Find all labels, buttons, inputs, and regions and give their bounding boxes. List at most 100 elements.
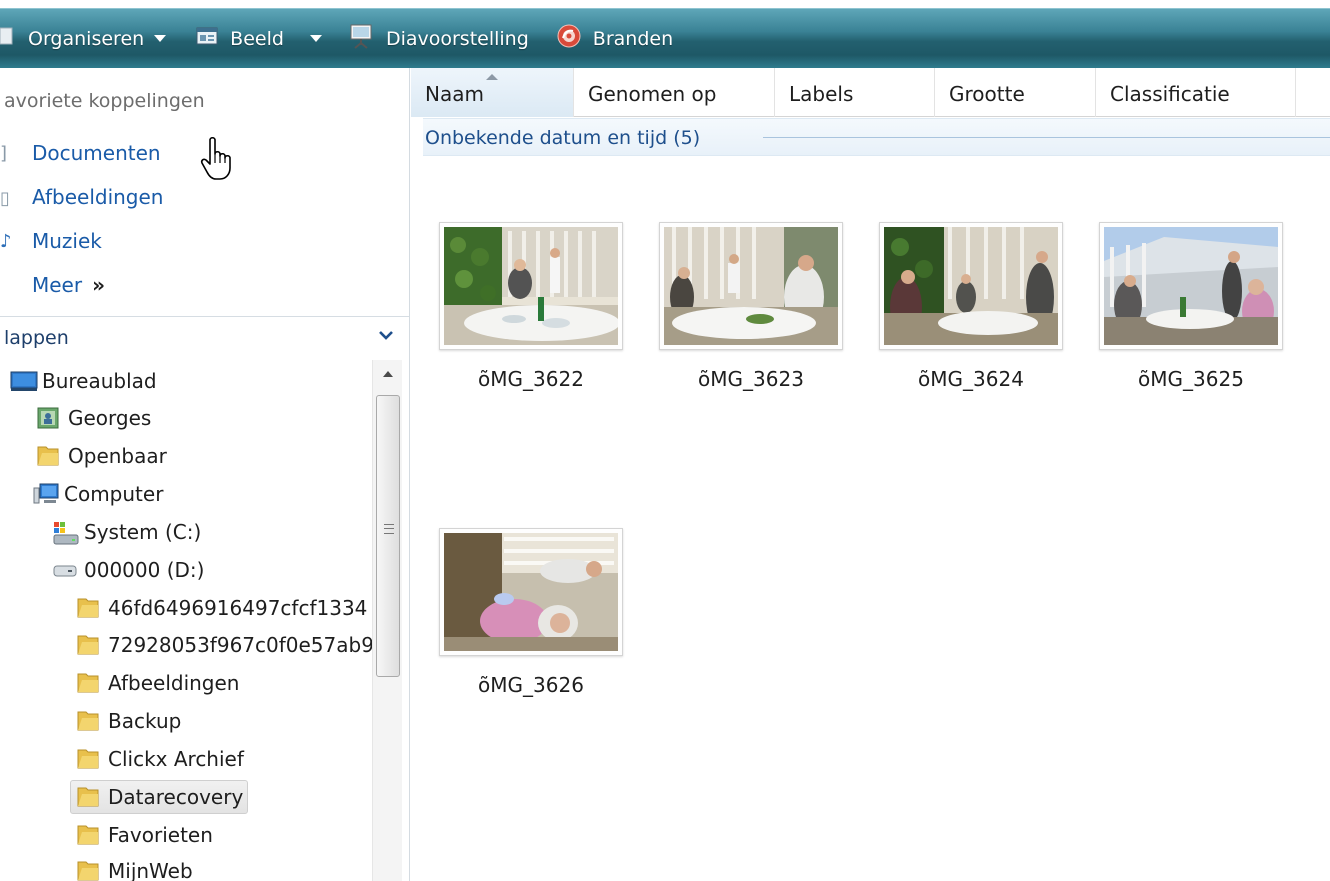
column-header-date-taken[interactable]: Genomen op	[574, 68, 775, 117]
tree-item-user[interactable]: Georges	[36, 401, 151, 435]
photo-preview-image	[884, 227, 1058, 345]
tree-item-desktop[interactable]: Bureaublad	[10, 364, 157, 398]
column-header-tags[interactable]: Labels	[775, 68, 935, 117]
folder-tree-scrollbar[interactable]	[372, 360, 402, 881]
tree-item-mijnweb[interactable]: MijnWeb	[76, 854, 193, 881]
favorite-links-title: avoriete koppelingen	[4, 90, 205, 112]
tree-item-datarecovery[interactable]: Datarecovery	[70, 780, 249, 814]
computer-icon	[32, 482, 59, 506]
photo-thumbnail[interactable]	[439, 222, 623, 350]
tree-label: Favorieten	[108, 823, 213, 847]
favorite-link-documents[interactable]: Documenten	[32, 141, 161, 165]
photo-preview-image	[444, 227, 618, 345]
tree-label: System (C:)	[84, 520, 202, 544]
photo-thumbnail[interactable]	[659, 222, 843, 350]
photo-preview-image	[444, 533, 618, 651]
column-label: Genomen op	[588, 82, 717, 106]
more-label: Meer	[32, 273, 83, 297]
drive-icon	[52, 558, 77, 582]
view-button[interactable]: Beeld	[188, 17, 330, 61]
photo-preview-image	[1104, 227, 1278, 345]
tree-item-drive-d[interactable]: 000000 (D:)	[52, 553, 204, 587]
tree-label: 46fd6496916497cfcf1334	[108, 596, 368, 620]
tree-item-computer[interactable]: Computer	[32, 477, 163, 511]
chevron-down-icon[interactable]	[376, 325, 396, 345]
desktop-icon	[10, 369, 38, 393]
music-link-icon: ♪	[0, 231, 12, 252]
folder-icon	[76, 709, 100, 733]
photo-thumbnail[interactable]	[439, 528, 623, 656]
folder-icon	[76, 785, 100, 809]
burn-disc-icon	[557, 24, 581, 53]
group-header[interactable]: Onbekende datum en tijd (5)	[423, 118, 1330, 156]
column-header-name[interactable]: Naam	[411, 68, 574, 117]
more-arrow-icon: »	[92, 273, 106, 297]
sort-ascending-icon	[486, 74, 498, 80]
view-icon	[196, 27, 218, 50]
tree-label: Afbeeldingen	[108, 671, 240, 695]
column-header-size[interactable]: Grootte	[935, 68, 1096, 117]
tree-item-clickx-archive[interactable]: Clickx Archief	[76, 742, 244, 776]
photo-filename[interactable]: õMG_3624	[871, 367, 1071, 391]
column-header-row: Naam Genomen op Labels Grootte Classific…	[411, 68, 1330, 117]
organize-button[interactable]: Organiseren	[0, 17, 174, 61]
documents-link-icon: ]	[0, 143, 8, 164]
tree-label: Clickx Archief	[108, 747, 244, 771]
folders-title: lappen	[4, 327, 69, 349]
tree-label: Computer	[64, 482, 164, 506]
tree-label: 72928053f967c0f0e57ab9	[108, 633, 372, 657]
photo-filename[interactable]: õMG_3626	[431, 673, 631, 697]
favorite-link-more[interactable]: Meer »	[32, 273, 105, 297]
photo-filename[interactable]: õMG_3623	[651, 367, 851, 391]
organize-dropdown-icon	[154, 35, 167, 42]
tree-label: Bureaublad	[42, 369, 157, 393]
slideshow-label: Diavoorstelling	[385, 27, 529, 50]
tree-label: Openbaar	[68, 444, 167, 468]
group-label: Onbekende datum en tijd (5)	[425, 127, 701, 149]
pictures-link-icon: ▯	[0, 188, 10, 209]
folder-tree: Bureaublad Georges Openbaar Computer Sys…	[0, 360, 372, 881]
tree-item-drive-c[interactable]: System (C:)	[52, 515, 201, 549]
photo-filename[interactable]: õMG_3625	[1091, 367, 1291, 391]
tree-label: Backup	[108, 709, 182, 733]
burn-label: Branden	[592, 27, 674, 50]
hand-cursor-icon	[200, 136, 238, 187]
photo-filename[interactable]: õMG_3622	[431, 367, 631, 391]
group-divider	[763, 137, 1330, 138]
tree-item-folder-7292[interactable]: 72928053f967c0f0e57ab9	[76, 628, 372, 662]
photo-preview-image	[664, 227, 838, 345]
favorite-links-section: avoriete koppelingen ] Documenten ▯ Afbe…	[0, 68, 409, 313]
view-label: Beeld	[230, 27, 284, 50]
organize-label: Organiseren	[28, 27, 145, 50]
scroll-grip-icon	[384, 524, 394, 534]
favorite-link-music[interactable]: Muziek	[32, 229, 102, 253]
folder-icon	[36, 444, 60, 468]
tree-item-favorites[interactable]: Favorieten	[76, 818, 213, 852]
tree-item-pictures[interactable]: Afbeeldingen	[76, 666, 239, 700]
column-label: Classificatie	[1110, 82, 1230, 106]
system-drive-icon	[52, 520, 79, 545]
folder-icon	[76, 747, 100, 771]
column-header-rating[interactable]: Classificatie	[1096, 68, 1296, 117]
tree-label: Georges	[68, 406, 152, 430]
tree-item-folder-46fd[interactable]: 46fd6496916497cfcf1334	[76, 591, 367, 625]
window-top-edge	[0, 0, 1330, 8]
tree-item-public[interactable]: Openbaar	[36, 439, 167, 473]
column-label: Grootte	[949, 82, 1025, 106]
command-bar: Organiseren Beeld Diavoorstelling Brande…	[0, 8, 1330, 68]
photo-thumbnail[interactable]	[1099, 222, 1283, 350]
scroll-up-button[interactable]	[373, 360, 403, 388]
scroll-thumb[interactable]	[376, 395, 400, 677]
folders-header[interactable]: lappen	[0, 316, 409, 356]
burn-button[interactable]: Branden	[549, 17, 681, 61]
folder-icon	[76, 823, 100, 847]
folder-icon	[76, 596, 100, 620]
folder-icon	[76, 859, 100, 881]
photo-thumbnail[interactable]	[879, 222, 1063, 350]
slideshow-icon	[348, 23, 374, 54]
favorite-link-pictures[interactable]: Afbeeldingen	[32, 185, 163, 209]
tree-item-backup[interactable]: Backup	[76, 704, 181, 738]
file-list-pane: Naam Genomen op Labels Grootte Classific…	[411, 68, 1330, 881]
slideshow-button[interactable]: Diavoorstelling	[340, 17, 537, 61]
tree-label: 000000 (D:)	[84, 558, 205, 582]
